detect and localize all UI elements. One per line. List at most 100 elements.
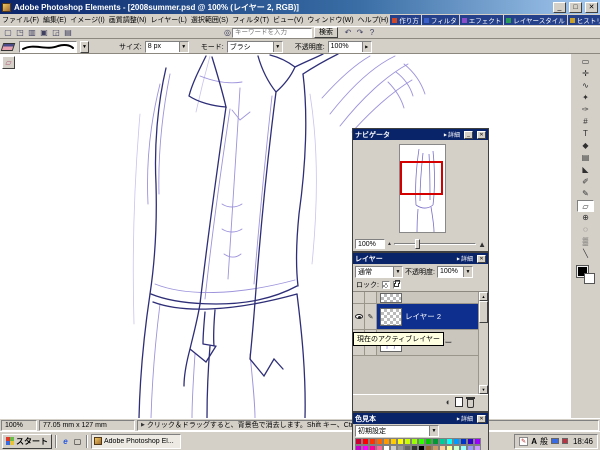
color-swatch[interactable] xyxy=(425,438,432,445)
zoom-out-icon[interactable]: ▲ xyxy=(387,241,392,247)
color-swatch[interactable] xyxy=(446,438,453,445)
navigator-close-button[interactable]: ✕ xyxy=(477,130,486,139)
scroll-up-arrow[interactable]: ▲ xyxy=(479,292,488,301)
keyboard-indicator-icon[interactable] xyxy=(550,438,559,444)
delete-layer-icon[interactable] xyxy=(466,396,475,408)
zoom-field[interactable]: 100% xyxy=(1,419,37,431)
blur-tool[interactable]: ◌ xyxy=(577,224,594,236)
maximize-button[interactable]: □ xyxy=(569,1,582,13)
save-icon[interactable]: ▣ xyxy=(38,27,50,38)
taskbar-task-photoshop[interactable]: Adobe Photoshop El... xyxy=(91,433,181,449)
view-rectangle[interactable] xyxy=(400,161,443,195)
color-swatch[interactable] xyxy=(453,438,460,445)
color-swatch[interactable] xyxy=(383,438,390,445)
scroll-down-arrow[interactable]: ▼ xyxy=(479,385,488,394)
color-swatch[interactable] xyxy=(453,445,460,450)
color-swatch[interactable] xyxy=(376,438,383,445)
ime-input-mode[interactable]: A xyxy=(531,437,537,446)
color-swatch[interactable] xyxy=(425,445,432,450)
search-input[interactable] xyxy=(231,27,312,38)
new-document-icon[interactable]: ▢ xyxy=(2,27,14,38)
eyedropper-tool[interactable]: ╲ xyxy=(577,248,594,260)
menu-item[interactable]: レイヤー(L) xyxy=(148,15,188,25)
color-swatch[interactable] xyxy=(390,438,397,445)
color-swatch[interactable] xyxy=(439,438,446,445)
visibility-cell[interactable] xyxy=(353,304,365,329)
zoom-slider[interactable] xyxy=(393,239,477,249)
color-swatch[interactable] xyxy=(432,438,439,445)
color-swatch[interactable] xyxy=(474,438,481,445)
redo-icon[interactable]: ↷ xyxy=(354,27,366,38)
adjustment-layer-icon[interactable]: ◐ xyxy=(446,397,451,407)
clone-stamp-tool[interactable]: ⊕ xyxy=(577,212,594,224)
blend-mode-combo[interactable]: 通常 ▼ xyxy=(355,265,403,278)
eraser-float-icon[interactable]: ▱ xyxy=(2,56,15,69)
pencil-tool[interactable]: ✎ xyxy=(577,188,594,200)
brush-tool[interactable]: ✐ xyxy=(577,176,594,188)
menu-item[interactable]: 選択範囲(S) xyxy=(189,15,230,25)
tray-app-icon[interactable] xyxy=(561,438,568,444)
background-color-chip[interactable] xyxy=(583,273,595,284)
menu-item[interactable]: フィルタ(T) xyxy=(230,15,271,25)
color-swatch[interactable] xyxy=(404,445,411,450)
document-size[interactable]: 77.05 mm x 127 mm xyxy=(39,419,135,431)
gradient-tool[interactable]: ▤ xyxy=(577,152,594,164)
navigator-thumbnail[interactable] xyxy=(399,144,446,233)
layers-more-button[interactable]: ▶ 詳細 xyxy=(457,254,473,263)
color-swatch[interactable] xyxy=(397,438,404,445)
selection-brush-tool[interactable]: ✑ xyxy=(577,104,594,116)
color-swatch[interactable] xyxy=(467,438,474,445)
color-swatch[interactable] xyxy=(411,445,418,450)
swatches-more-button[interactable]: ▶ 詳細 xyxy=(457,414,473,423)
color-swatch[interactable] xyxy=(446,445,453,450)
sponge-tool[interactable]: ▒ xyxy=(577,236,594,248)
shape-tool[interactable]: ◆ xyxy=(577,140,594,152)
color-swatch[interactable] xyxy=(369,438,376,445)
color-swatch[interactable] xyxy=(460,445,467,450)
layer-row-layer2[interactable]: ✎ レイヤー 2 xyxy=(353,304,488,330)
brush-preset-preview[interactable] xyxy=(19,40,77,53)
menu-item[interactable]: ヘルプ(H) xyxy=(356,15,391,25)
color-swatch[interactable] xyxy=(418,438,425,445)
color-swatch[interactable] xyxy=(376,445,383,450)
lock-all-checkbox[interactable] xyxy=(392,280,401,289)
mode-combo[interactable]: ブラシ ▼ xyxy=(226,40,283,53)
color-swatch[interactable] xyxy=(362,438,369,445)
open-folder-icon[interactable]: ◳ xyxy=(14,27,26,38)
layer-thumbnail[interactable] xyxy=(380,307,402,326)
palette-well-tab[interactable]: 作り方 xyxy=(390,15,421,25)
palette-well-tab[interactable]: エフェクト xyxy=(459,15,504,25)
color-swatch[interactable] xyxy=(355,438,362,445)
color-swatch[interactable] xyxy=(362,445,369,450)
brush-preset-dropdown-arrow[interactable]: ▼ xyxy=(80,40,89,53)
eraser-tool[interactable]: ▱ xyxy=(577,200,594,212)
swatches-title-bar[interactable]: 色見本 ▶ 詳細 ✕ xyxy=(353,413,488,424)
layers-close-button[interactable]: ✕ xyxy=(477,254,486,263)
visibility-cell[interactable] xyxy=(353,292,365,303)
color-swatch[interactable] xyxy=(467,445,474,450)
size-combo[interactable]: 8 px ▼ xyxy=(144,40,189,53)
file-browser-icon[interactable]: ▥ xyxy=(26,27,38,38)
menu-item[interactable]: 編集(E) xyxy=(41,15,68,25)
clock[interactable]: 18:46 xyxy=(573,437,593,446)
palette-well-tab[interactable]: フィルタ xyxy=(421,15,459,25)
start-button[interactable]: スタート xyxy=(2,433,52,449)
menu-item[interactable]: イメージ(I) xyxy=(68,15,106,25)
lock-transparency-checkbox[interactable] xyxy=(381,281,390,289)
palette-well-tab[interactable]: レイヤースタイル xyxy=(504,15,567,25)
color-swatch[interactable] xyxy=(439,445,446,450)
undo-icon[interactable]: ↶ xyxy=(342,27,354,38)
layers-opacity-combo[interactable]: 100% ▼ xyxy=(436,265,473,278)
palette-well-tab[interactable]: ヒストリー xyxy=(567,15,600,25)
lasso-tool[interactable]: ∿ xyxy=(577,80,594,92)
menu-item[interactable]: ウィンドウ(W) xyxy=(305,15,355,25)
print-icon[interactable]: ▤ xyxy=(62,27,74,38)
zoom-slider-thumb[interactable] xyxy=(415,239,421,249)
ie-icon[interactable]: e xyxy=(60,436,71,447)
color-swatch[interactable] xyxy=(460,438,467,445)
help-icon[interactable]: ? xyxy=(366,27,378,38)
type-tool[interactable]: T xyxy=(577,128,594,140)
navigator-minimize-button[interactable]: _ xyxy=(464,130,473,139)
color-swatch[interactable] xyxy=(397,445,404,450)
menu-item[interactable]: ビュー(V) xyxy=(271,15,305,25)
